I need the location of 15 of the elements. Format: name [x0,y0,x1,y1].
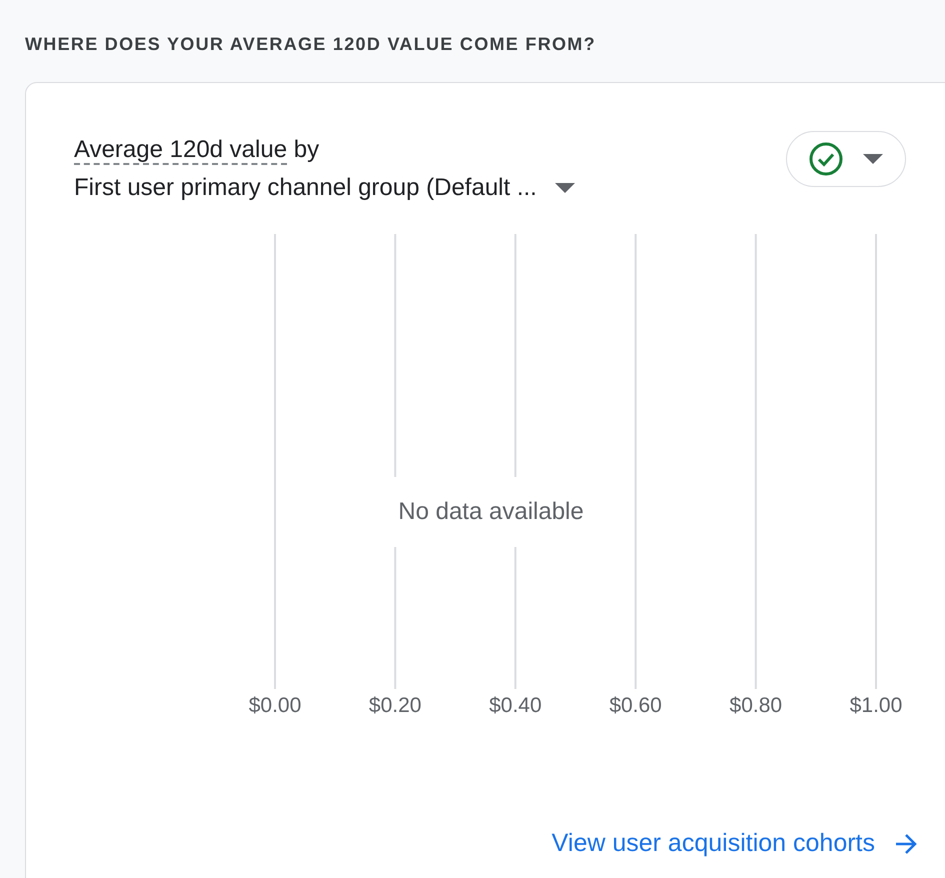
axis-tick-label: $1.00 [850,694,902,717]
axis-tick-label: $0.40 [489,694,542,717]
check-circle-icon [809,142,843,176]
cohorts-link[interactable]: View user acquisition cohorts [552,829,917,858]
axis-tick-label: $0.80 [730,694,782,717]
dimension-dropdown[interactable]: First user primary channel group (Default ... [74,169,575,207]
caret-icon [863,154,883,164]
axis-tick-label: $0.60 [609,694,662,717]
section-heading: WHERE DOES YOUR AVERAGE 120D VALUE COME FROM? [25,34,597,56]
joiner-text: by [294,136,320,163]
metric-label: Average 120d value [74,136,288,165]
arrow-right-icon [895,832,917,854]
axis-tick-label: $0.20 [368,694,422,717]
axis-tick-label: $0.00 [248,694,302,717]
caret-icon [554,183,575,193]
